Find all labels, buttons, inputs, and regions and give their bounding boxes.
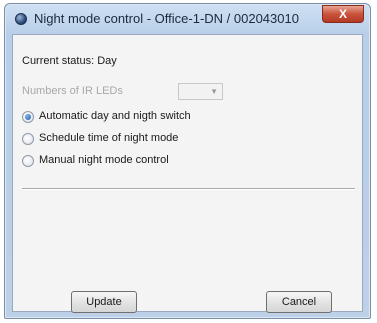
dialog-window: Night mode control - Office-1-DN / 00204… — [4, 3, 371, 319]
chevron-down-icon: ▼ — [210, 87, 218, 96]
dialog-content: Current status: Day Numbers of IR LEDs ▼… — [12, 34, 363, 313]
ir-leds-select: ▼ — [178, 83, 223, 100]
update-button[interactable]: Update — [71, 291, 137, 313]
radio-button-icon[interactable] — [22, 133, 34, 145]
close-button[interactable]: X — [322, 5, 364, 23]
ir-leds-label: Numbers of IR LEDs — [22, 85, 123, 97]
cancel-button[interactable]: Cancel — [266, 291, 332, 313]
window-title: Night mode control - Office-1-DN / 00204… — [34, 11, 299, 26]
radio-label-schedule: Schedule time of night mode — [39, 132, 179, 144]
radio-label-automatic: Automatic day and nigth switch — [39, 110, 191, 122]
radio-label-manual: Manual night mode control — [39, 154, 169, 166]
app-icon — [15, 13, 27, 25]
radio-button-icon[interactable] — [22, 155, 34, 167]
separator-line — [22, 188, 355, 190]
current-status-text: Current status: Day — [22, 55, 117, 67]
radio-button-checked-icon[interactable] — [22, 111, 34, 123]
title-bar[interactable]: Night mode control - Office-1-DN / 00204… — [5, 4, 370, 34]
